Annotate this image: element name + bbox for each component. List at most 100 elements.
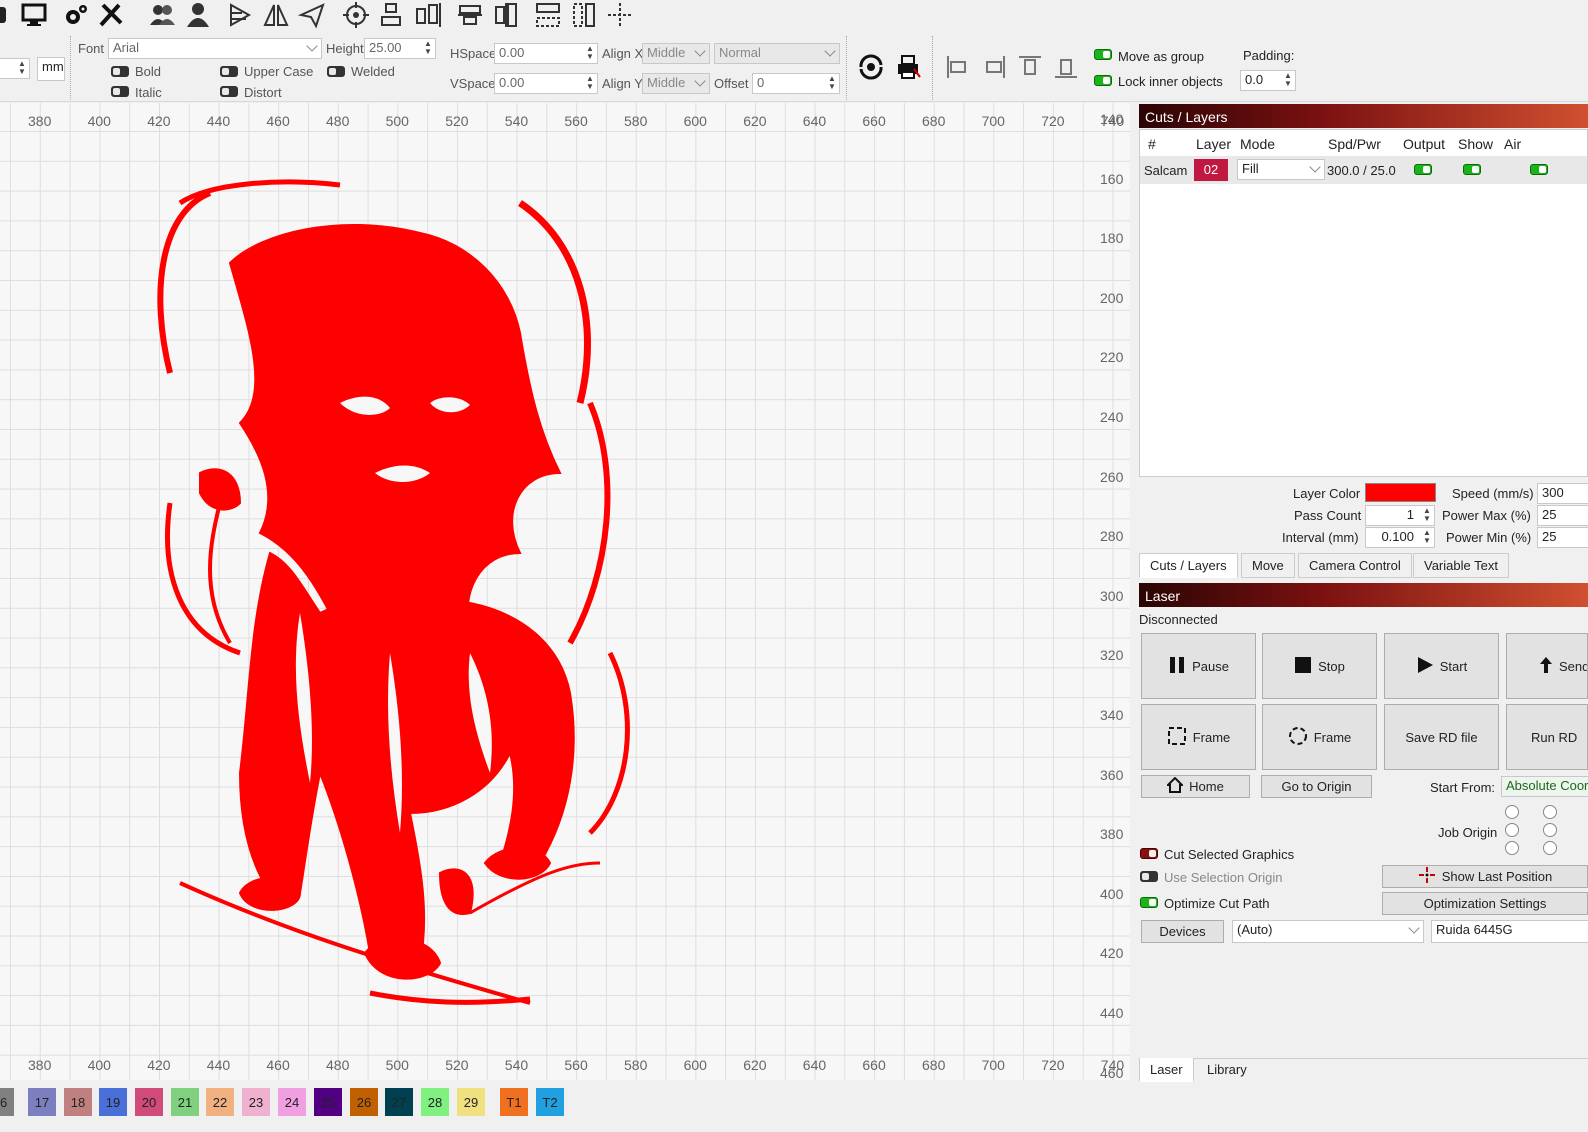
device-port-select[interactable]: (Auto) [1232,920,1424,943]
palette-swatch[interactable]: 20 [135,1088,163,1116]
pause-button[interactable]: Pause [1141,633,1256,699]
origin-radio[interactable] [1505,823,1519,837]
palette-swatch[interactable]: 29 [457,1088,485,1116]
optimize-cut-path-toggle[interactable] [1140,897,1158,908]
pass-count-input[interactable]: 1 ▲ ▼ [1365,505,1435,526]
bold-toggle[interactable] [111,66,129,77]
origin-radio[interactable] [1505,841,1519,855]
array-icon[interactable] [532,0,564,30]
origin-radio[interactable] [1543,805,1557,819]
arrange-icon[interactable] [568,0,600,30]
interval-input[interactable]: 0.100 ▲ ▼ [1365,527,1435,548]
spin-arrows-icon[interactable]: ▲ ▼ [1282,72,1294,89]
run-rd-button[interactable]: Run RD [1506,704,1588,770]
mirror-icon[interactable] [260,0,292,30]
origin-radio[interactable] [1543,823,1557,837]
user-icon[interactable] [182,0,214,30]
padding-input[interactable]: 0.0 ▲ ▼ [1240,70,1296,91]
align-x-select[interactable]: Middle [642,43,710,64]
palette-swatch[interactable]: 26 [350,1088,378,1116]
palette-swatch[interactable]: 21 [171,1088,199,1116]
save-rd-button[interactable]: Save RD file [1384,704,1499,770]
print-cut-icon[interactable] [892,52,924,82]
table-row[interactable]: Salcam 02 Fill 300.0 / 25.0 [1140,156,1587,184]
offset-input[interactable]: 0 ▲ ▼ [752,73,840,94]
distort-toggle[interactable] [220,86,238,97]
unit-button[interactable]: mm [37,57,65,81]
tab-laser[interactable]: Laser [1139,1058,1194,1082]
frame-circle-button[interactable]: Frame [1262,704,1377,770]
power-min-input[interactable]: 25 [1537,527,1588,548]
display-icon[interactable] [18,0,50,30]
lock-inner-toggle[interactable] [1094,75,1112,86]
show-toggle[interactable] [1463,164,1481,175]
rotate-view-icon[interactable] [855,52,887,82]
spin-arrows-icon[interactable]: ▲ ▼ [16,60,28,77]
distribute-v-icon[interactable] [490,0,522,30]
air-toggle[interactable] [1530,164,1548,175]
use-selection-origin-toggle[interactable] [1140,871,1158,882]
spin-arrows-icon[interactable]: ▲ ▼ [826,75,838,92]
home-button[interactable]: Home [1141,775,1250,798]
align-icon[interactable] [376,0,408,30]
target-icon[interactable] [340,0,372,30]
welded-toggle[interactable] [327,66,345,77]
distribute-icon[interactable] [412,0,444,30]
tab-move[interactable]: Move [1241,553,1295,578]
send-icon[interactable] [296,0,328,30]
frame-rect-button[interactable]: Frame [1141,704,1256,770]
palette-swatch[interactable]: 16 [0,1088,14,1116]
palette-swatch[interactable]: T1 [500,1088,528,1116]
upper-case-toggle[interactable] [220,66,238,77]
palette-swatch[interactable]: 25 [314,1088,342,1116]
spin-arrows-icon[interactable]: ▲ ▼ [1421,529,1433,546]
spin-arrows-icon[interactable]: ▲ ▼ [1421,507,1433,524]
palette-swatch[interactable]: 24 [278,1088,306,1116]
group-icon[interactable] [146,0,178,30]
origin-radio[interactable] [1543,841,1557,855]
height-input[interactable]: 25.00 ▲ ▼ [364,38,436,59]
devices-button[interactable]: Devices [1141,920,1224,943]
align-left-edge-icon[interactable] [942,52,974,82]
go-to-origin-button[interactable]: Go to Origin [1261,775,1372,798]
stop-button[interactable]: Stop [1262,633,1377,699]
output-toggle[interactable] [1414,164,1432,175]
palette-swatch[interactable]: 23 [242,1088,270,1116]
mode-select[interactable]: Fill [1237,159,1325,180]
palette-swatch[interactable]: 17 [28,1088,56,1116]
italic-toggle[interactable] [111,86,129,97]
palette-swatch[interactable]: 19 [99,1088,127,1116]
design-canvas[interactable]: 380 380 400 400 420 420 440 440 460 460 480 480 500 5… [0,103,1130,1080]
palette-swatch[interactable]: 18 [64,1088,92,1116]
tools-icon[interactable] [95,0,127,30]
hspace-input[interactable]: 0.00 ▲ ▼ [494,43,598,64]
send-button[interactable]: Send [1506,633,1588,699]
layer-number-badge[interactable]: 02 [1194,159,1228,181]
align-center-icon[interactable] [454,0,486,30]
palette-swatch[interactable]: 28 [421,1088,449,1116]
speed-input[interactable]: 300 [1537,483,1588,504]
layer-color-swatch[interactable] [1365,483,1436,502]
spin-arrows-icon[interactable]: ▲ ▼ [584,75,596,92]
start-button[interactable]: Start [1384,633,1499,699]
trace-icon[interactable] [224,0,256,30]
cut-selected-toggle[interactable] [1140,848,1158,859]
optimization-settings-button[interactable]: Optimization Settings [1382,892,1588,915]
tab-library[interactable]: Library [1196,1058,1258,1082]
align-top-edge-icon[interactable] [1014,52,1046,82]
partial-icon[interactable] [0,0,16,30]
tab-cuts-layers[interactable]: Cuts / Layers [1139,553,1238,578]
text-mode-select[interactable]: Normal [714,43,840,64]
align-right-edge-icon[interactable] [978,52,1010,82]
tab-camera-control[interactable]: Camera Control [1298,553,1412,578]
vspace-input[interactable]: 0.00 ▲ ▼ [494,73,598,94]
value-field-partial[interactable]: ▲ ▼ [0,58,30,79]
move-as-group-toggle[interactable] [1094,49,1112,60]
align-bottom-edge-icon[interactable] [1050,52,1082,82]
align-y-select[interactable]: Middle [642,73,710,94]
start-from-select[interactable]: Absolute Coords [1501,776,1588,797]
move-cross-icon[interactable] [604,0,636,30]
font-select[interactable]: Arial [108,38,322,59]
spin-arrows-icon[interactable]: ▲ ▼ [584,45,596,62]
palette-swatch[interactable]: T2 [536,1088,564,1116]
